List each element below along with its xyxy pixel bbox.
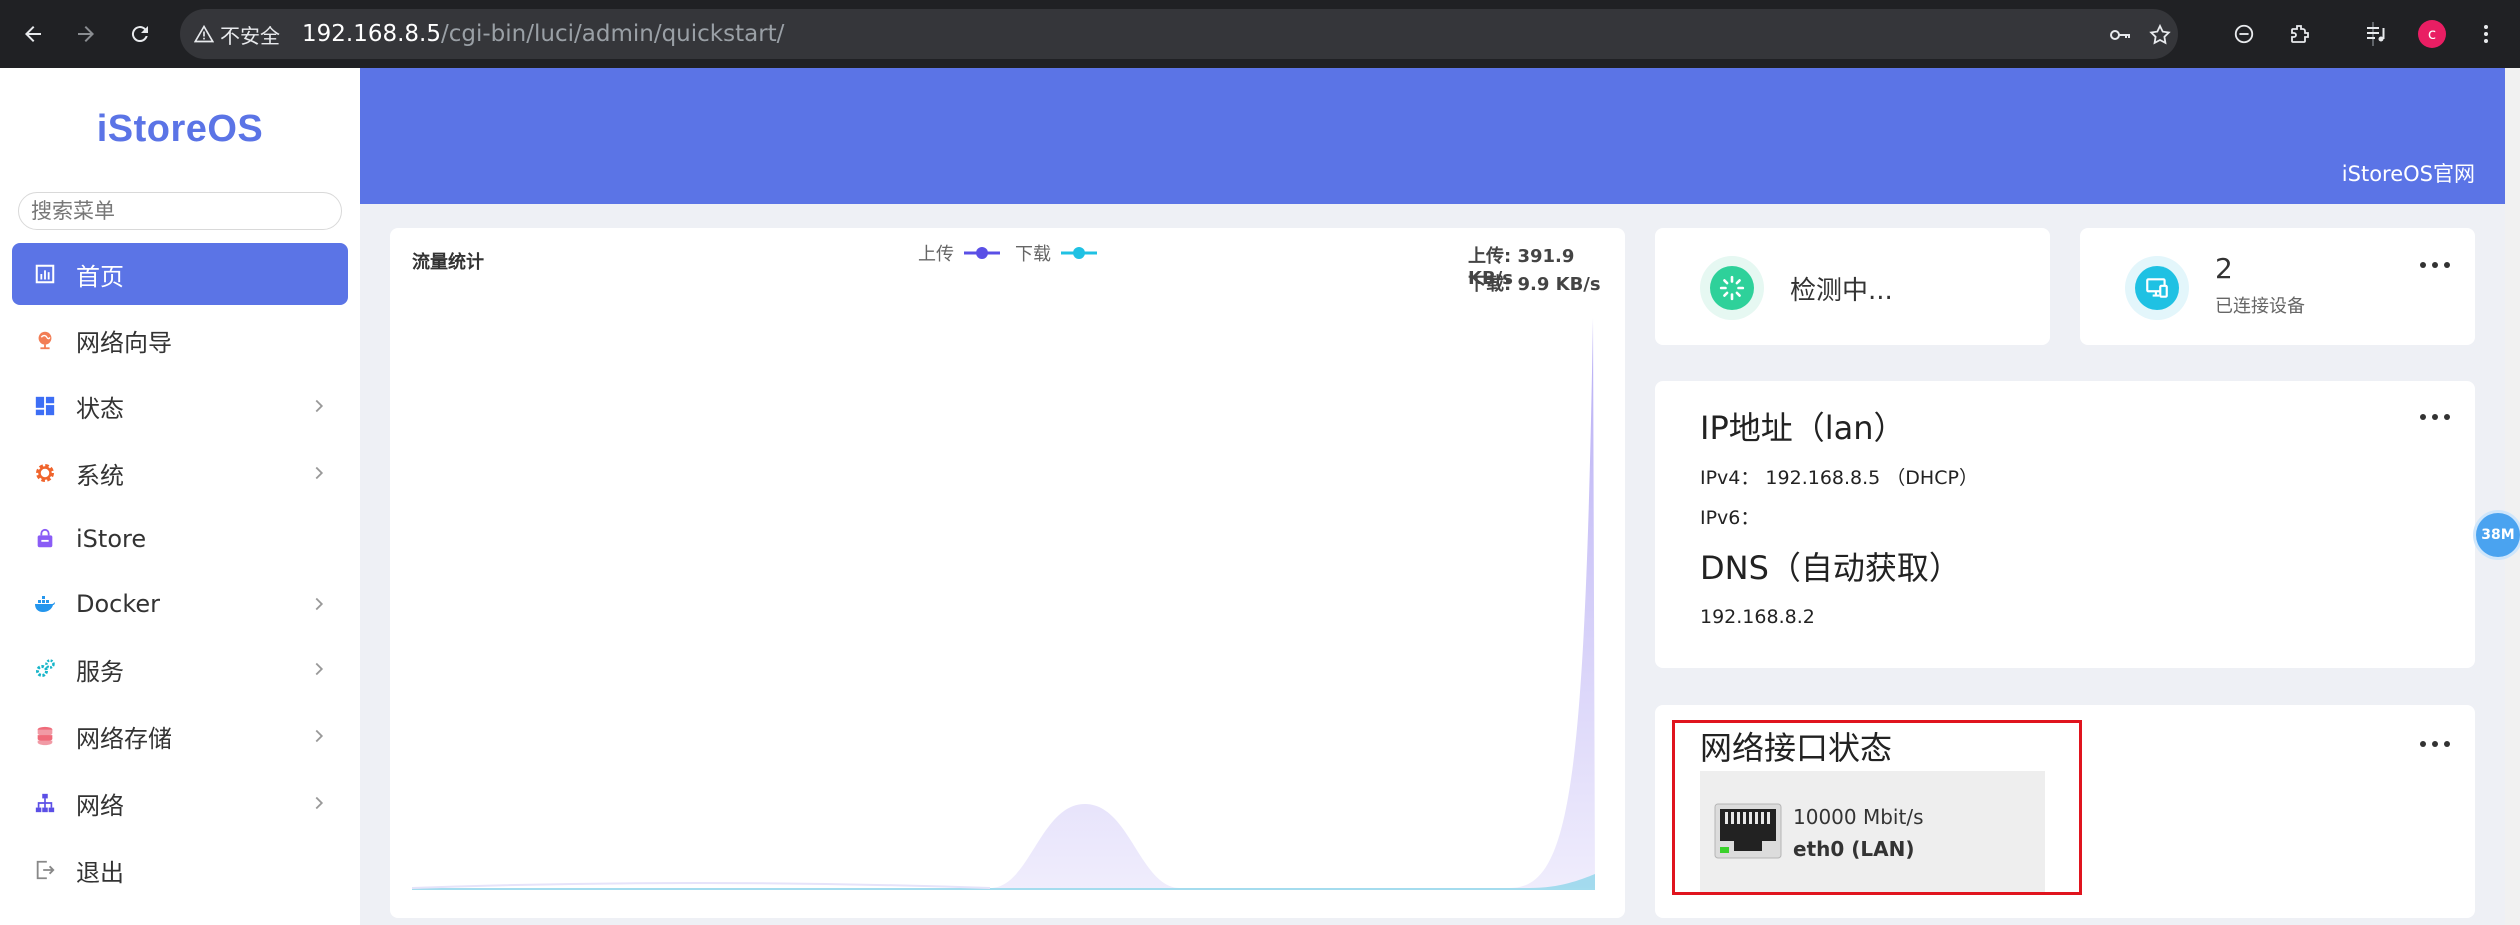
more-options-icon[interactable] xyxy=(2420,410,2450,424)
interface-item[interactable]: 10000 Mbit/s eth0 (LAN) xyxy=(1700,771,2045,894)
chevron-right-icon xyxy=(315,466,324,480)
more-options-icon[interactable] xyxy=(2420,258,2450,272)
devices-monitor-icon xyxy=(2135,266,2179,310)
connected-devices-card[interactable]: 2 已连接设备 xyxy=(2080,228,2475,345)
interface-status-title: 网络接口状态 xyxy=(1700,729,1893,767)
chevron-right-icon xyxy=(315,662,324,676)
zoom-minus-icon[interactable] xyxy=(2226,16,2262,52)
warning-icon xyxy=(194,24,214,43)
ipv4-line: IPv4： 192.168.8.5 （DHCP） xyxy=(1700,467,1978,489)
cogs-icon xyxy=(32,656,58,682)
sidebar-item-label: 网络向导 xyxy=(76,328,172,357)
sidebar-item-label: 网络 xyxy=(76,791,124,820)
ip-title: IP地址（lan） xyxy=(1700,409,1906,447)
traffic-area-chart xyxy=(411,318,1595,890)
sidebar-item-storage[interactable]: 网络存储 xyxy=(12,705,348,767)
upload-area xyxy=(412,318,1595,888)
network-check-icon-wrap xyxy=(1700,256,1764,320)
sidebar-item-label: 状态 xyxy=(76,394,124,423)
ethernet-port-icon xyxy=(1714,803,1782,859)
sidebar-item-wizard[interactable]: 网络向导 xyxy=(12,309,348,371)
logout-icon xyxy=(32,857,58,883)
more-options-icon[interactable] xyxy=(2420,737,2450,751)
media-queue-icon[interactable] xyxy=(2358,16,2394,52)
chevron-right-icon xyxy=(315,399,324,413)
devices-icon-wrap xyxy=(2125,256,2189,320)
baseline-line xyxy=(411,882,991,889)
sidebar-item-home[interactable]: 首页 xyxy=(12,243,348,305)
back-icon[interactable] xyxy=(15,16,51,52)
sidebar-item-label: 网络存储 xyxy=(76,724,172,753)
password-key-icon[interactable] xyxy=(2106,21,2134,49)
interface-speed: 10000 Mbit/s xyxy=(1793,805,1924,829)
network-check-status: 检测中... xyxy=(1790,276,1893,306)
loading-spinner-icon xyxy=(1710,266,1754,310)
sidebar-item-label: 退出 xyxy=(76,858,124,887)
menu-search-input[interactable] xyxy=(18,192,342,230)
network-tree-icon xyxy=(32,790,58,816)
dashboard-icon xyxy=(32,261,58,287)
database-icon xyxy=(32,723,58,749)
dns-title: DNS（自动获取） xyxy=(1700,549,1961,587)
sidebar: iStoreOS 首页 网络向导 状态 系统 iStore xyxy=(0,68,360,925)
address-bar[interactable]: 不安全 192.168.8.5/cgi-bin/luci/admin/quick… xyxy=(180,9,2178,59)
extensions-icon[interactable] xyxy=(2282,16,2318,52)
sidebar-item-label: iStore xyxy=(76,525,147,553)
device-count: 2 xyxy=(2215,252,2233,285)
sidebar-item-docker[interactable]: Docker xyxy=(12,573,348,635)
ip-address-card: IP地址（lan） IPv4： 192.168.8.5 （DHCP） IPv6：… xyxy=(1655,381,2475,668)
profile-avatar[interactable]: c xyxy=(2418,20,2446,48)
sidebar-item-logout[interactable]: 退出 xyxy=(12,839,348,901)
browser-toolbar: 不安全 192.168.8.5/cgi-bin/luci/admin/quick… xyxy=(0,0,2520,68)
interface-name: eth0 (LAN) xyxy=(1793,837,1915,861)
sidebar-item-label: 服务 xyxy=(76,657,124,686)
reload-icon[interactable] xyxy=(122,16,158,52)
traffic-stats-card: 流量统计 上传 下载 上传: 391.9 KB/s 下载: 9.9 KB/s xyxy=(390,228,1625,918)
globe-pin-icon xyxy=(32,327,58,353)
app-logo[interactable]: iStoreOS xyxy=(0,108,360,151)
dns-value: 192.168.8.2 xyxy=(1700,606,1815,628)
grid-icon xyxy=(32,393,58,419)
device-count-label: 已连接设备 xyxy=(2215,296,2305,317)
sidebar-item-istore[interactable]: iStore xyxy=(12,508,348,570)
url-path: /cgi-bin/luci/admin/quickstart/ xyxy=(441,21,785,47)
sidebar-item-label: Docker xyxy=(76,590,161,618)
url-host: 192.168.8.5 xyxy=(302,21,441,47)
security-label: 不安全 xyxy=(220,23,280,48)
sidebar-item-label: 系统 xyxy=(76,461,124,490)
kebab-menu-icon[interactable] xyxy=(2468,16,2504,52)
sidebar-item-services[interactable]: 服务 xyxy=(12,638,348,700)
forward-icon[interactable] xyxy=(68,16,104,52)
sidebar-item-label: 首页 xyxy=(76,262,124,291)
store-bag-icon xyxy=(32,526,58,552)
interface-status-card: 网络接口状态 10000 Mbit/s eth0 (LAN) xyxy=(1655,705,2475,918)
security-chip[interactable]: 不安全 xyxy=(194,19,280,49)
sidebar-item-system[interactable]: 系统 xyxy=(12,442,348,504)
top-banner: iStoreOS官网 xyxy=(360,68,2505,204)
floating-speed-badge[interactable]: 38M xyxy=(2476,513,2520,557)
chevron-right-icon xyxy=(315,597,324,611)
bookmark-star-icon[interactable] xyxy=(2146,21,2174,49)
network-check-card[interactable]: 检测中... xyxy=(1655,228,2050,345)
docker-whale-icon xyxy=(32,591,58,617)
chevron-right-icon xyxy=(315,796,324,810)
ipv6-line: IPv6： xyxy=(1700,507,1760,529)
official-site-link[interactable]: iStoreOS官网 xyxy=(2342,158,2475,188)
url-text[interactable]: 192.168.8.5/cgi-bin/luci/admin/quickstar… xyxy=(302,21,784,47)
chevron-right-icon xyxy=(315,729,324,743)
page-scrollbar[interactable] xyxy=(2505,68,2520,925)
sidebar-item-status[interactable]: 状态 xyxy=(12,375,348,437)
sidebar-item-network[interactable]: 网络 xyxy=(12,772,348,834)
gear-icon xyxy=(32,460,58,486)
